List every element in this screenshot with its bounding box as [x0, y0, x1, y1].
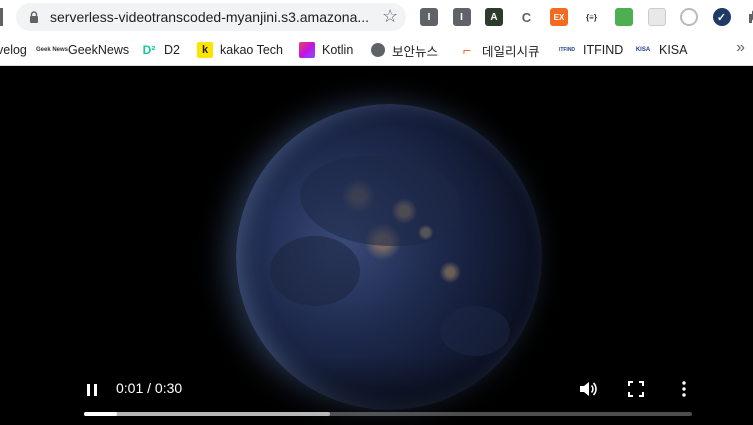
kakao-icon: k [197, 42, 213, 58]
time-display: 0:01 / 0:30 [116, 380, 183, 396]
dailysecu-icon: ⌐ [462, 42, 472, 58]
bookmark-label: velog [0, 43, 27, 57]
extension-bar: I I A C EX {≡} ✓ [420, 8, 753, 26]
extension-grid-icon[interactable] [647, 8, 666, 26]
bookmark-velog[interactable]: velog [0, 42, 27, 58]
bookmark-itfind[interactable]: ITFIND ITFIND [558, 42, 623, 58]
bookmark-star-icon[interactable]: ☆ [382, 6, 398, 26]
bookmark-kotlin[interactable]: Kotlin [299, 42, 353, 58]
continent-shape [440, 306, 510, 356]
bookmark-geeknews[interactable]: Geek News GeekNews [35, 42, 130, 58]
pause-icon[interactable] [84, 382, 100, 398]
toolbar-left-edge [0, 8, 3, 26]
extension-printer-icon[interactable] [615, 8, 633, 26]
bookmark-kakao-tech[interactable]: k kakao Tech [197, 42, 283, 58]
browser-toolbar: serverless-videotranscoded-myanjini.s3.a… [0, 0, 753, 34]
bookmark-boannews[interactable]: 보안뉴스 [371, 42, 439, 59]
address-bar[interactable]: serverless-videotranscoded-myanjini.s3.a… [16, 3, 406, 31]
bookmark-label: GeekNews [68, 43, 130, 57]
bookmark-label: 보안뉴스 [392, 44, 439, 59]
bookmark-label: D2 [164, 43, 180, 57]
bookmarks-bar: velog Geek News GeekNews D² D2 k kakao T… [0, 34, 753, 66]
video-player[interactable]: 0:01 / 0:30 [0, 66, 753, 425]
lock-icon[interactable] [28, 11, 40, 23]
bookmark-label: 데일리시큐 [482, 44, 540, 59]
extension-c-icon[interactable]: C [517, 8, 536, 26]
kotlin-icon [299, 42, 315, 58]
bookmarks-overflow-icon[interactable]: » [736, 39, 745, 57]
extension-check-icon[interactable]: ✓ [712, 8, 731, 26]
bookmark-kisa[interactable]: KISA KISA [634, 42, 688, 58]
extensions-puzzle-icon[interactable] [745, 8, 753, 26]
more-options-icon[interactable] [678, 380, 690, 398]
d2-icon: D² [142, 43, 156, 57]
extension-ring-icon[interactable] [680, 8, 698, 26]
fullscreen-icon[interactable] [627, 380, 645, 398]
kisa-icon: KISA [635, 47, 651, 53]
extension-ex-icon[interactable]: EX [550, 8, 568, 26]
bookmark-dailysecu[interactable]: ⌐ 데일리시큐 [459, 42, 540, 59]
continent-shape [270, 236, 360, 306]
seek-bar[interactable] [84, 412, 692, 416]
bookmark-label: kakao Tech [220, 43, 284, 57]
volume-icon[interactable] [578, 379, 598, 399]
bookmark-label: KISA [659, 43, 688, 57]
bookmark-label: ITFIND [583, 43, 624, 57]
buffered-progress [84, 412, 331, 416]
url-text[interactable]: serverless-videotranscoded-myanjini.s3.a… [50, 9, 369, 25]
extension-gray-icon[interactable]: I [452, 8, 471, 26]
bookmark-d2[interactable]: D² D2 [141, 42, 180, 58]
bookmark-label: Kotlin [322, 43, 354, 57]
geeknews-icon: Geek News [35, 47, 69, 53]
extension-json-icon[interactable]: {≡} [582, 8, 601, 26]
itfind-icon: ITFIND [558, 47, 576, 53]
extension-gray-icon[interactable]: I [420, 8, 438, 26]
extension-dark-icon[interactable]: A [485, 8, 503, 26]
played-progress [84, 412, 118, 416]
globe-icon [371, 43, 385, 57]
